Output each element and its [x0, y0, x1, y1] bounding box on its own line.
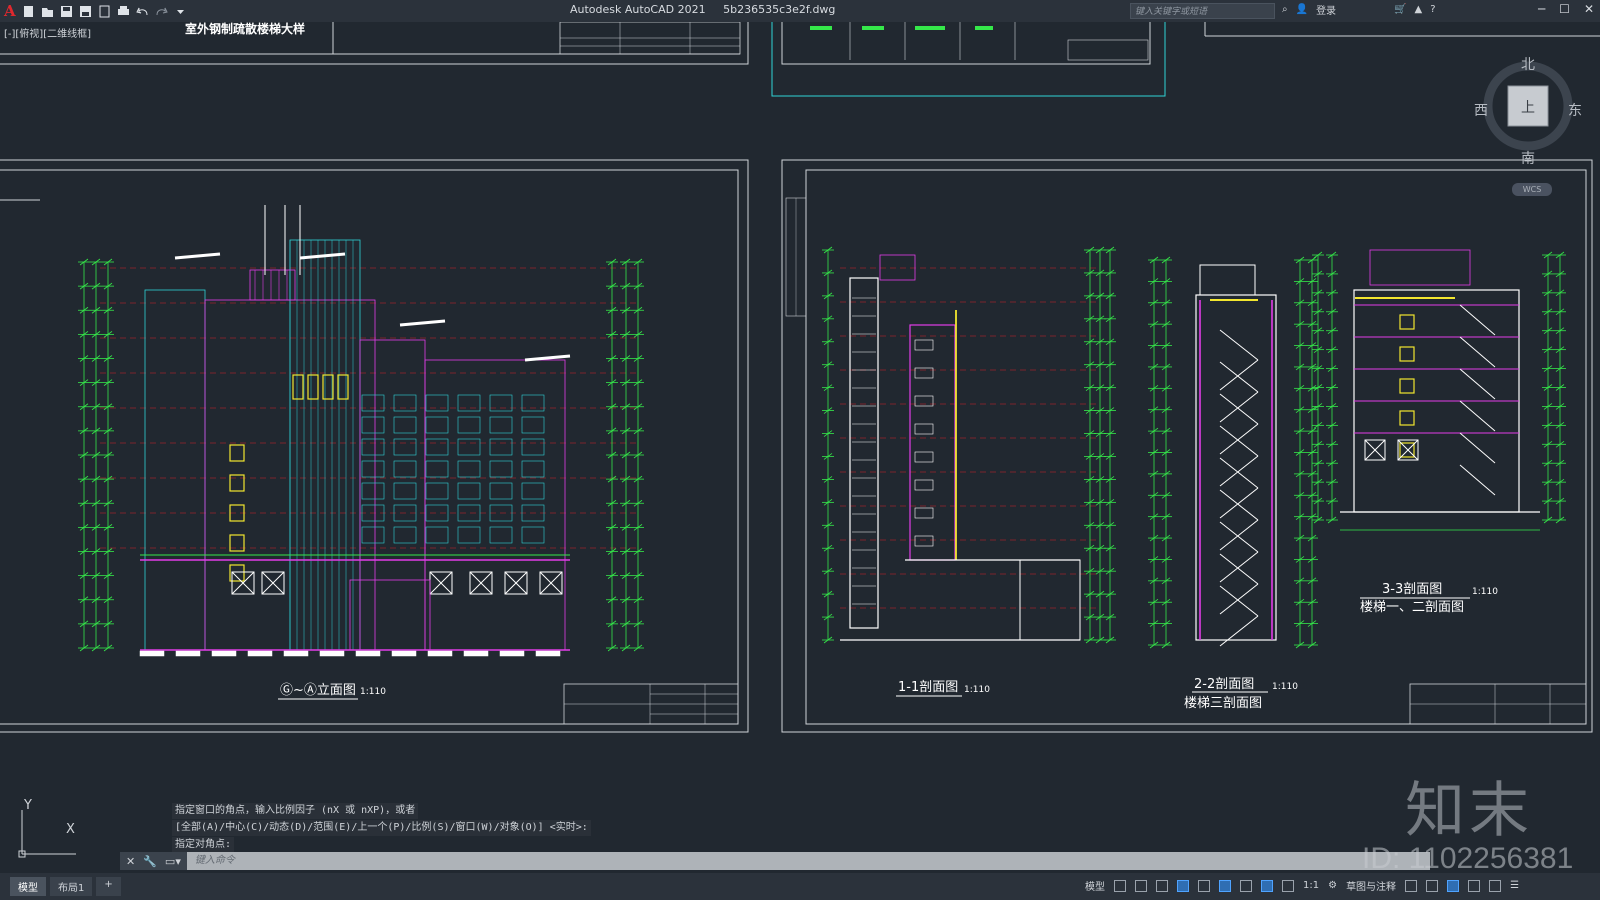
plot-icon[interactable]	[98, 5, 111, 18]
ortho-icon[interactable]	[1156, 879, 1168, 892]
view-cube[interactable]: 北 南 东 西 上	[1474, 57, 1582, 167]
workspace-switch[interactable]: 草图与注释	[1346, 878, 1396, 893]
top-sheet-left	[0, 22, 749, 65]
tab-layout1[interactable]: 布局1	[50, 877, 93, 896]
new-file-icon[interactable]	[22, 5, 35, 18]
compass-south[interactable]: 南	[1521, 148, 1535, 168]
minimize-icon[interactable]: ─	[1538, 2, 1545, 16]
command-line: ✕ 🔧 ▭▾ 键入命令	[120, 852, 1430, 870]
tab-model[interactable]: 模型	[10, 877, 46, 896]
units-icon[interactable]	[1426, 879, 1439, 892]
model-space-button[interactable]: 模型	[1085, 878, 1105, 893]
recent-commands-icon[interactable]: ▭▾	[165, 855, 181, 868]
tab-add[interactable]: +	[96, 877, 121, 896]
annotation-monitor-icon[interactable]	[1405, 879, 1418, 892]
search-input[interactable]: 键入关键字或短语	[1130, 3, 1275, 19]
user-icon[interactable]: 👤	[1296, 4, 1308, 15]
ucs-icon: Y X	[18, 798, 88, 860]
undo-icon[interactable]	[135, 5, 149, 18]
compass-east[interactable]: 东	[1568, 100, 1582, 120]
command-history-line: [全部(A)/中心(C)/动态(D)/范围(E)/上一个(P)/比例(S)/窗口…	[172, 820, 591, 836]
compass-west[interactable]: 西	[1474, 100, 1488, 120]
viewport-controls[interactable]: [-][俯视][二维线框]	[4, 25, 91, 40]
open-folder-icon[interactable]	[41, 5, 54, 18]
close-command-icon[interactable]: ✕	[126, 855, 135, 868]
cube-face-top[interactable]: 上	[1521, 97, 1535, 117]
isolate-objects-icon[interactable]	[1468, 879, 1481, 892]
section33-scale: 1:110	[1472, 587, 1498, 597]
cart-icon[interactable]: 🛒	[1394, 4, 1406, 15]
command-history: 指定窗口的角点，输入比例因子 (nX 或 nXP)，或者 [全部(A)/中心(C…	[172, 803, 591, 854]
app-name: Autodesk AutoCAD 2021	[570, 3, 706, 16]
compass-north[interactable]: 北	[1521, 54, 1535, 74]
ucs-y-label: Y	[24, 798, 32, 813]
save-icon[interactable]	[60, 5, 73, 18]
wcs-menu[interactable]: WCS	[1512, 183, 1552, 196]
maximize-icon[interactable]: ☐	[1559, 2, 1570, 16]
close-icon[interactable]: ✕	[1584, 2, 1594, 16]
section22-subtitle: 楼梯三剖面图	[1184, 696, 1262, 711]
section-drawings	[822, 246, 1566, 649]
quick-properties-icon[interactable]	[1447, 879, 1460, 892]
search-icon[interactable]: ⌕	[1282, 4, 1288, 15]
login-link[interactable]: 登录	[1316, 2, 1336, 17]
print-icon[interactable]	[117, 5, 130, 18]
top-sheet-title: 室外钢制疏散楼梯大样	[185, 22, 305, 36]
section11-scale: 1:110	[964, 685, 990, 695]
workspace-gear-icon[interactable]: ⚙	[1328, 880, 1337, 891]
watermark-logo: 知末	[1405, 776, 1533, 846]
watermark-id: ID: 1102256381	[1362, 842, 1574, 875]
elevation-drawing	[78, 205, 644, 657]
section33-subtitle: 楼梯一、二剖面图	[1360, 600, 1464, 615]
snap-icon[interactable]	[1135, 879, 1147, 892]
elevation-title: Ⓖ~Ⓐ立面图	[280, 683, 356, 698]
section33-title: 3-3剖面图	[1382, 582, 1442, 597]
title-bar: A Autodesk AutoCAD 2021 5b236535c3e2f.dw…	[0, 0, 1600, 22]
redo-icon[interactable]	[155, 5, 168, 18]
customization-menu-icon[interactable]: ☰	[1510, 880, 1519, 891]
customize-toolbar-icon[interactable]	[174, 5, 187, 18]
drawing-canvas[interactable]: 室外钢制疏散楼梯大样 Ⓖ~Ⓐ立面图 1:110 1-1剖面图 1:110 2-2…	[0, 22, 1600, 852]
elevation-scale: 1:110	[360, 687, 386, 697]
grid-icon[interactable]	[1114, 879, 1126, 892]
clean-screen-icon[interactable]	[1489, 879, 1502, 892]
autocad-logo-icon[interactable]: A	[4, 2, 16, 20]
help-icon[interactable]: ?	[1430, 4, 1435, 15]
section11-title: 1-1剖面图	[898, 680, 958, 695]
command-history-line: 指定对角点:	[172, 837, 235, 853]
section22-title: 2-2剖面图	[1194, 677, 1254, 692]
annotation-scale[interactable]: 1:1	[1303, 880, 1319, 891]
customize-command-icon[interactable]: 🔧	[143, 855, 157, 868]
section22-scale: 1:110	[1272, 682, 1298, 692]
sheet-sections	[781, 159, 1593, 733]
file-name: 5b236535c3e2f.dwg	[723, 3, 836, 16]
isodraft-icon[interactable]	[1198, 879, 1210, 892]
sheet-elevation	[0, 159, 749, 733]
annotation-visibility-icon[interactable]	[1261, 879, 1273, 892]
autodesk-a360-icon[interactable]: ▲	[1415, 4, 1423, 15]
save-as-icon[interactable]	[79, 5, 92, 18]
object-snap-icon[interactable]	[1240, 879, 1252, 892]
polar-tracking-icon[interactable]	[1177, 879, 1189, 892]
ucs-x-label: X	[66, 822, 75, 837]
command-input[interactable]: 键入命令	[186, 852, 1430, 870]
status-bar: 模型 布局1 + 模型 1:1 ⚙ 草图与注释 ☰	[0, 873, 1600, 900]
auto-scale-icon[interactable]	[1282, 879, 1294, 892]
window-title: Autodesk AutoCAD 2021 5b236535c3e2f.dwg	[570, 3, 849, 16]
object-snap-tracking-icon[interactable]	[1219, 879, 1231, 892]
command-history-line: 指定窗口的角点，输入比例因子 (nX 或 nXP)，或者	[172, 803, 419, 819]
top-sheet-right	[771, 22, 1166, 97]
